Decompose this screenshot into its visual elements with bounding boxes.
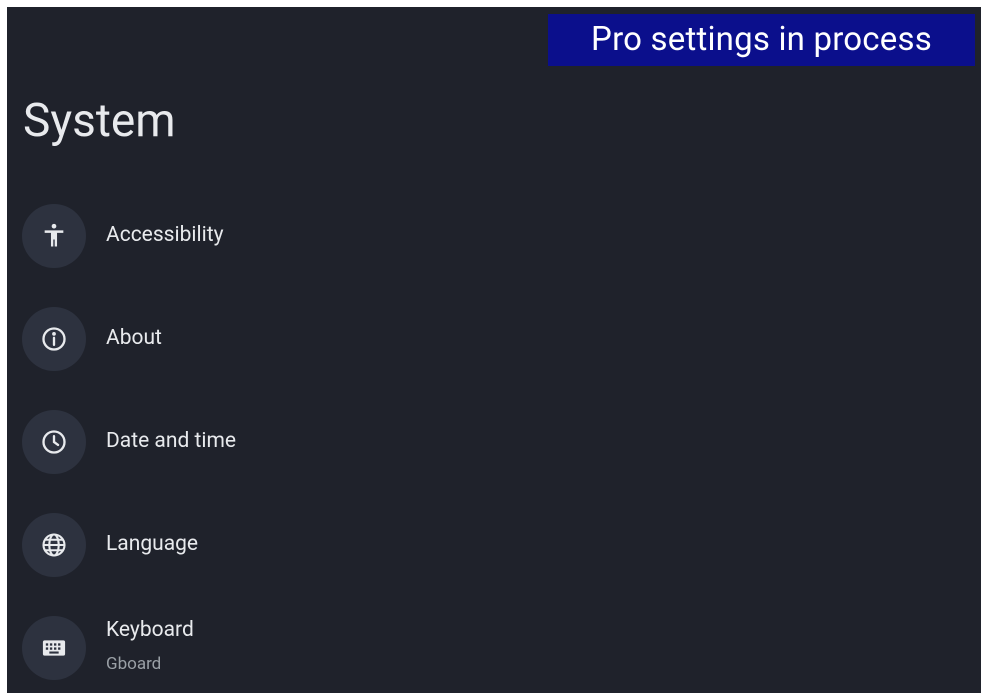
status-banner: Pro settings in process	[548, 14, 975, 66]
settings-item-label: Keyboard	[106, 618, 194, 642]
page-title: System	[23, 94, 176, 148]
settings-item-accessibility[interactable]: Accessibility	[22, 204, 962, 268]
settings-item-date-time[interactable]: Date and time	[22, 410, 962, 474]
settings-item-label: About	[106, 326, 162, 350]
settings-item-about[interactable]: About	[22, 307, 962, 371]
accessibility-icon	[22, 204, 86, 268]
settings-screen: Pro settings in process System Accessibi…	[7, 7, 981, 693]
clock-icon	[22, 410, 86, 474]
settings-item-label: Accessibility	[106, 223, 224, 247]
settings-item-language[interactable]: Language	[22, 513, 962, 577]
settings-item-subtitle: Gboard	[106, 654, 162, 674]
settings-item-label: Date and time	[106, 429, 237, 453]
info-icon	[22, 307, 86, 371]
keyboard-icon	[22, 616, 86, 680]
settings-item-label: Language	[106, 532, 199, 556]
settings-item-keyboard[interactable]: Keyboard Gboard	[22, 616, 962, 680]
globe-icon	[22, 513, 86, 577]
